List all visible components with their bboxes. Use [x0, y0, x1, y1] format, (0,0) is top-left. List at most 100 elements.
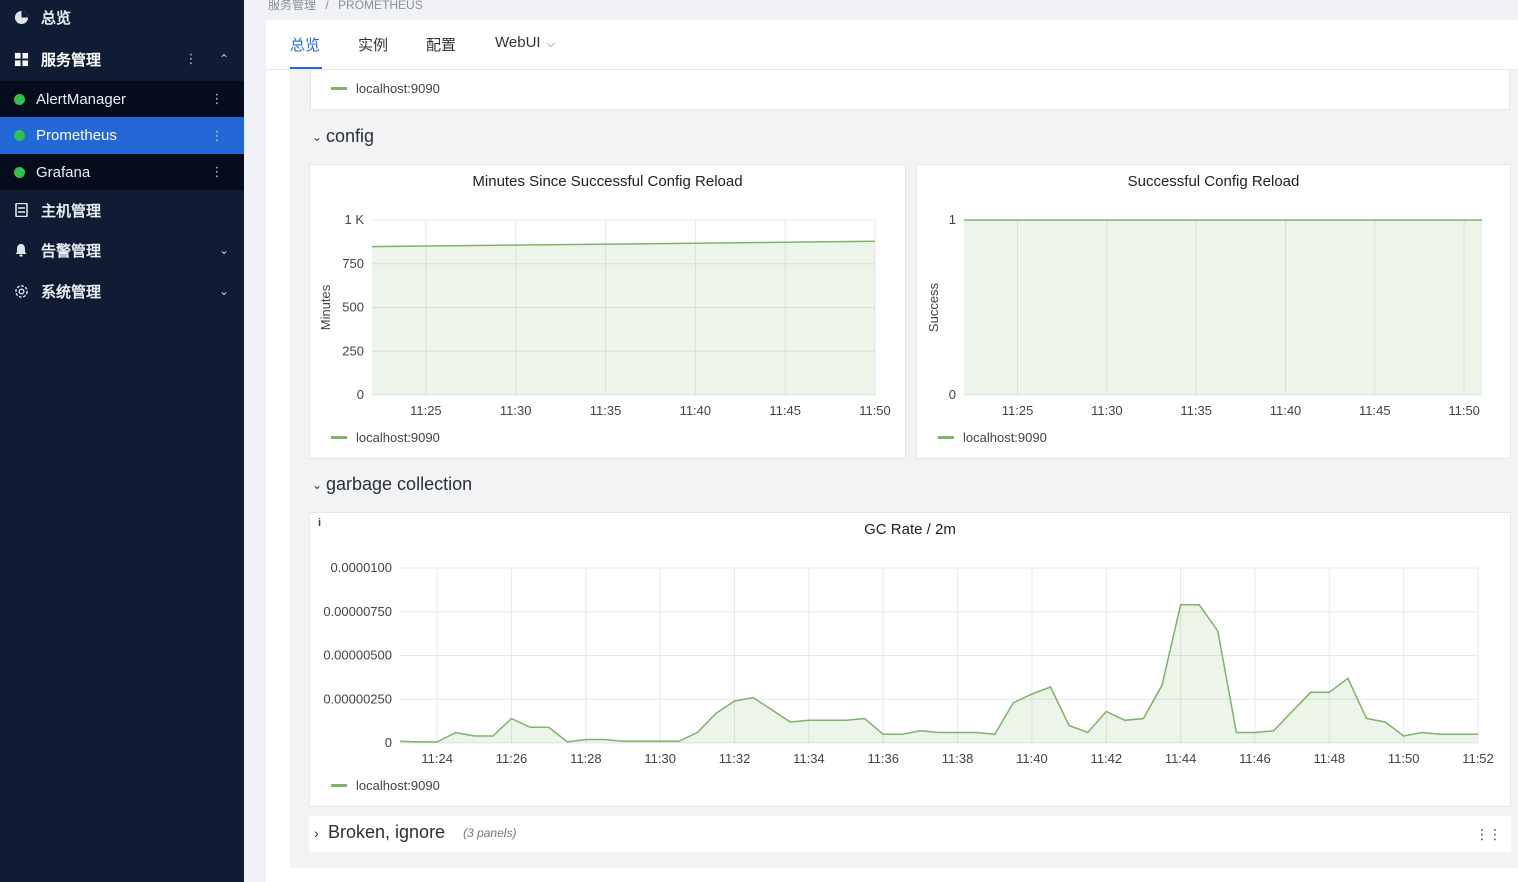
nav-service-management-label: 服务管理 [41, 51, 102, 69]
x-tick-label: 11:42 [1090, 751, 1122, 766]
legend-label: localhost:9090 [356, 430, 440, 445]
legend-swatch [331, 87, 347, 90]
sidebar-item-label: Grafana [36, 163, 91, 181]
legend-label: localhost:9090 [356, 81, 440, 96]
y-tick-label: 1 [949, 212, 956, 227]
x-tick-label: 11:35 [590, 403, 622, 418]
row-title: config [326, 126, 375, 146]
nav-overview[interactable]: 总览 [0, 2, 244, 32]
x-tick-label: 11:25 [1002, 403, 1034, 418]
y-tick-label: 0.00000250 [323, 691, 392, 706]
series-area [400, 604, 1478, 743]
sidebar-item-grafana[interactable]: Grafana ⋮ [0, 154, 244, 190]
more-icon[interactable]: ⋮ [204, 91, 230, 107]
legend-item[interactable]: localhost:9090 [331, 81, 440, 96]
more-icon[interactable]: ⋮ [204, 164, 230, 180]
tab-overview[interactable]: 总览 [290, 34, 320, 55]
breadcrumb: 服务管理 / PROMETHEUS [266, 0, 1518, 20]
row-config[interactable]: ⌄ config [312, 126, 374, 147]
row-broken[interactable]: › Broken, ignore (3 panels) ⋮⋮ [309, 816, 1511, 852]
nav-host-management[interactable]: 主机管理 [0, 192, 244, 228]
nav-system-management-label: 系统管理 [41, 283, 102, 301]
y-tick-label: 250 [342, 343, 364, 358]
x-tick-label: 11:48 [1314, 751, 1346, 766]
x-tick-label: 11:30 [644, 751, 676, 766]
tab-bar: 总览 实例 配置 WebUI ⌵ [266, 20, 1518, 70]
y-tick-label: 0.00000500 [323, 648, 392, 663]
x-tick-label: 11:52 [1462, 751, 1494, 766]
chevron-down-icon[interactable]: ⌄ [204, 243, 244, 257]
tab-config[interactable]: 配置 [426, 34, 456, 55]
sidebar-item-label: AlertManager [36, 90, 127, 108]
sidebar-item-alertmanager[interactable]: AlertManager ⋮ [0, 81, 244, 117]
dashboard-icon [13, 9, 29, 25]
x-tick-label: 11:45 [1359, 403, 1391, 418]
nav-service-management[interactable]: 服务管理 ⋮ ⌃ [0, 38, 244, 80]
x-tick-label: 11:30 [1091, 403, 1123, 418]
panel-previous: localhost:9090 [310, 70, 1510, 110]
x-tick-label: 11:46 [1239, 751, 1271, 766]
x-tick-label: 11:38 [942, 751, 974, 766]
sidebar-item-prometheus[interactable]: Prometheus ⋮ [0, 117, 244, 154]
series-area [964, 220, 1482, 395]
x-tick-label: 11:50 [859, 403, 891, 418]
breadcrumb-separator: / [325, 0, 329, 12]
legend-swatch [331, 436, 347, 439]
y-tick-label: 0 [357, 387, 364, 402]
x-tick-label: 11:25 [410, 403, 442, 418]
bell-icon [13, 242, 29, 258]
x-tick-label: 11:40 [1270, 403, 1302, 418]
x-tick-label: 11:30 [500, 403, 532, 418]
panel-successful-reload: Successful Config Reload 11:25 11:30 11:35… [916, 164, 1511, 459]
y-tick-label: 0 [385, 735, 392, 750]
x-tick-label: 11:32 [719, 751, 751, 766]
legend-item[interactable]: localhost:9090 [938, 430, 1047, 445]
row-garbage-collection[interactable]: ⌄ garbage collection [312, 474, 472, 495]
x-tick-label: 11:26 [496, 751, 528, 766]
chevron-up-icon[interactable]: ⌃ [204, 52, 244, 66]
x-tick-label: 11:40 [680, 403, 712, 418]
x-tick-label: 11:50 [1388, 751, 1420, 766]
y-axis-label: Success [926, 282, 941, 332]
legend-item[interactable]: localhost:9090 [331, 778, 440, 793]
chart-minutes-since-reload: 11:25 11:30 11:35 11:40 11:45 11:50 0 250 500 750… [318, 212, 891, 418]
nav-overview-label: 总览 [41, 9, 72, 27]
row-title: Broken, ignore [328, 822, 446, 842]
tab-webui[interactable]: WebUI ⌵ [495, 34, 555, 51]
legend-item[interactable]: localhost:9090 [331, 430, 440, 445]
nav-host-management-label: 主机管理 [41, 202, 102, 220]
x-tick-label: 11:44 [1165, 751, 1197, 766]
gear-icon [13, 283, 29, 299]
y-tick-label: 500 [342, 300, 364, 315]
y-axis-label: Minutes [318, 284, 333, 330]
sidebar-item-label: Prometheus [36, 127, 117, 144]
legend-swatch [938, 436, 954, 439]
caret-right-icon: › [314, 824, 319, 841]
panels-count: (3 panels) [463, 825, 517, 840]
legend-label: localhost:9090 [356, 778, 440, 793]
y-tick-label: 750 [342, 256, 364, 271]
x-tick-label: 11:36 [867, 751, 899, 766]
caret-down-icon: ⌄ [312, 477, 323, 492]
breadcrumb-parent[interactable]: 服务管理 [268, 0, 316, 12]
status-dot [14, 93, 25, 105]
sidebar: 总览 服务管理 ⋮ ⌃ AlertManager ⋮ Prometheus ⋮ … [0, 0, 244, 882]
x-tick-label: 11:45 [769, 403, 801, 418]
drag-handle-icon[interactable]: ⋮⋮ [1475, 826, 1502, 843]
x-tick-label: 11:34 [793, 751, 825, 766]
more-icon[interactable]: ⋮ [204, 128, 230, 144]
nav-alert-management[interactable]: 告警管理 ⌄ [0, 232, 244, 268]
y-tick-label: 0.0000100 [331, 560, 392, 575]
row-broken-title[interactable]: › Broken, ignore (3 panels) [314, 822, 516, 843]
nav-system-management[interactable]: 系统管理 ⌄ [0, 273, 244, 309]
x-tick-label: 11:24 [421, 751, 453, 766]
chevron-down-icon[interactable]: ⌄ [204, 284, 244, 298]
server-icon [13, 202, 29, 218]
status-dot [14, 130, 25, 141]
dashboard: localhost:9090 ⌄ config Minutes Since Su… [290, 70, 1518, 868]
tab-webui-label: WebUI [495, 34, 541, 51]
more-icon[interactable]: ⋮ [178, 51, 204, 67]
x-tick-label: 11:35 [1180, 403, 1212, 418]
panel-minutes-since-reload: Minutes Since Successful Config Reload 1… [309, 164, 906, 459]
tab-instances[interactable]: 实例 [358, 34, 388, 55]
